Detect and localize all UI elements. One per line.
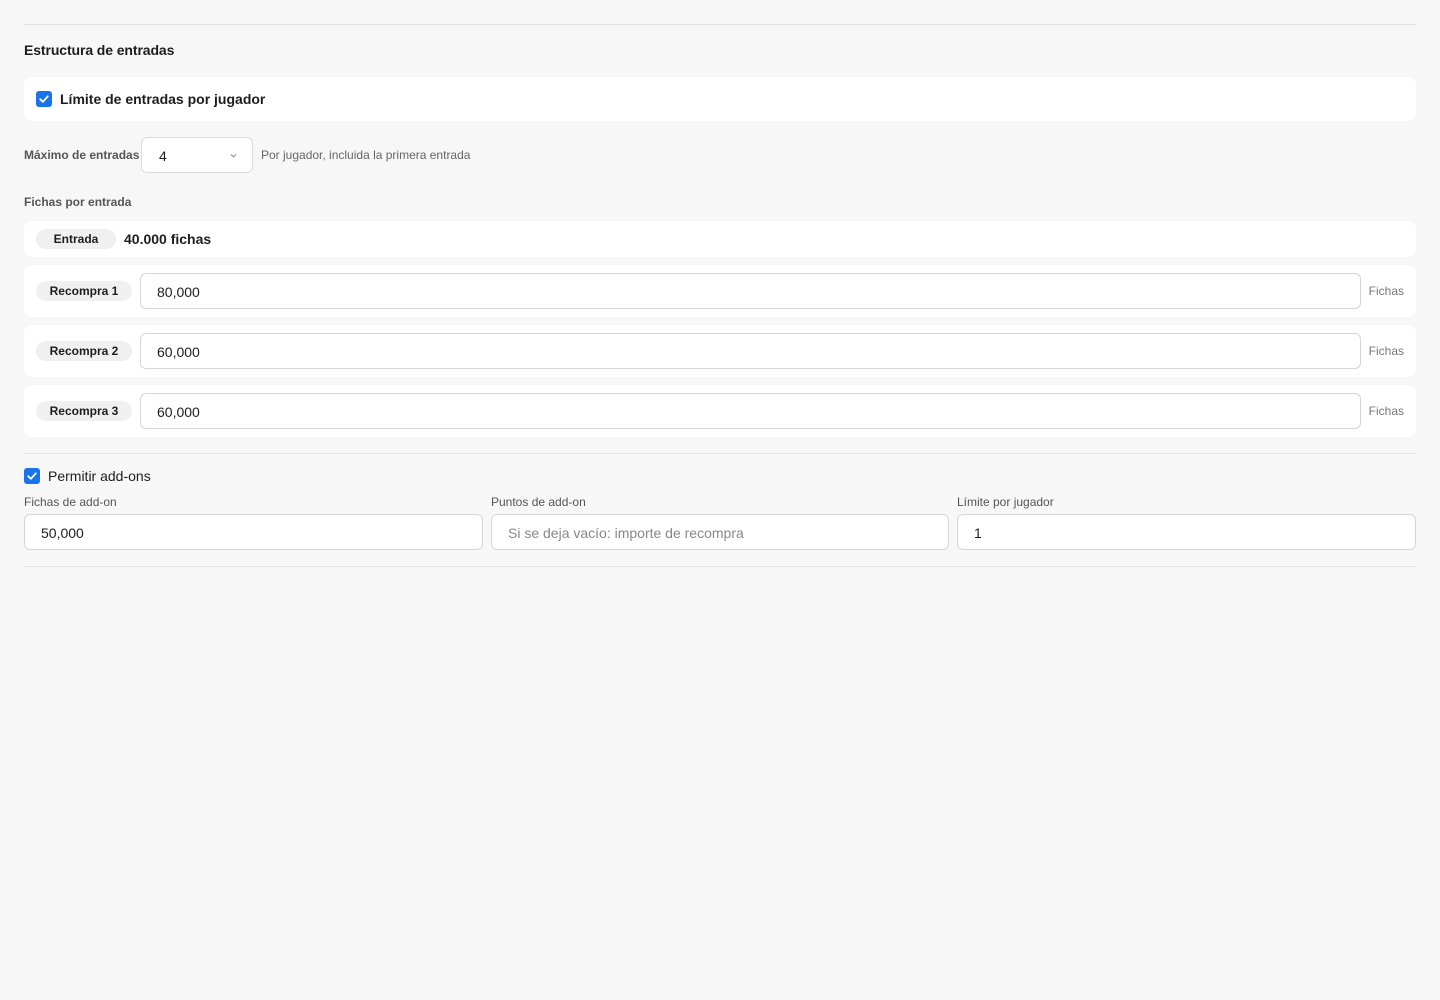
top-divider [24, 24, 1416, 25]
max-entries-label: Máximo de entradas [24, 148, 140, 162]
rebuy-chips-value-3: 60,000 [157, 404, 200, 420]
rebuy-unit-1: Fichas [1368, 284, 1404, 298]
entry-limit-checkbox[interactable] [36, 91, 52, 107]
check-icon [27, 472, 37, 480]
addons-checkbox[interactable] [24, 468, 40, 484]
addon-chips-input[interactable]: 50,000 [24, 514, 483, 550]
addon-chips-value: 50,000 [41, 525, 84, 541]
addon-limit-input[interactable]: 1 [957, 514, 1416, 550]
chips-per-entry-label: Fichas por entrada [24, 195, 132, 209]
section-title: Estructura de entradas [24, 42, 175, 58]
rebuy-pill-2: Recompra 2 [36, 341, 132, 361]
rebuy-pill-3: Recompra 3 [36, 401, 132, 421]
rebuy-unit-2: Fichas [1368, 344, 1404, 358]
max-entries-hint: Por jugador, incluida la primera entrada [261, 148, 471, 162]
rebuy-unit-3: Fichas [1368, 404, 1404, 418]
rebuy-row-3: Recompra 3 60,000 Fichas [24, 385, 1416, 437]
addon-points-input[interactable]: Si se deja vacío: importe de recompra [491, 514, 949, 550]
rebuy-chips-value-2: 60,000 [157, 344, 200, 360]
addon-points-label: Puntos de add-on [491, 495, 586, 509]
bottom-divider [24, 566, 1416, 567]
entry-pill: Entrada [36, 229, 116, 249]
rebuy-chips-value-1: 80,000 [157, 284, 200, 300]
rebuy-row-1: Recompra 1 80,000 Fichas [24, 265, 1416, 317]
rebuy-chips-input-1[interactable]: 80,000 [140, 273, 1361, 309]
entry-limit-card: Límite de entradas por jugador [24, 77, 1416, 121]
rebuy-pill-1: Recompra 1 [36, 281, 132, 301]
max-entries-value: 4 [159, 148, 167, 164]
mid-divider [24, 453, 1416, 454]
max-entries-select[interactable]: 4 [141, 137, 253, 173]
entry-chips-value: 40.000 fichas [124, 231, 212, 247]
rebuy-chips-input-3[interactable]: 60,000 [140, 393, 1361, 429]
addon-points-placeholder: Si se deja vacío: importe de recompra [508, 525, 744, 541]
rebuy-row-2: Recompra 2 60,000 Fichas [24, 325, 1416, 377]
addon-chips-label: Fichas de add-on [24, 495, 117, 509]
rebuy-chips-input-2[interactable]: 60,000 [140, 333, 1361, 369]
chevron-down-icon [230, 154, 237, 158]
entry-chips-row: Entrada 40.000 fichas [24, 221, 1416, 257]
entry-limit-label: Límite de entradas por jugador [60, 91, 266, 107]
addons-label: Permitir add-ons [48, 468, 151, 484]
addon-limit-value: 1 [974, 525, 982, 541]
check-icon [39, 95, 49, 103]
addon-limit-label: Límite por jugador [957, 495, 1054, 509]
